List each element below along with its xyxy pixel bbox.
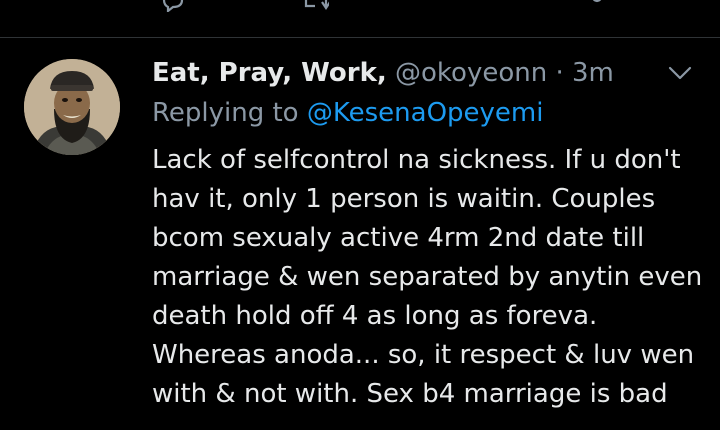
reply-mention-link[interactable]: @KesenaOpeyemi [307, 98, 544, 128]
separator-dot: · [555, 58, 564, 88]
user-handle[interactable]: @okoyeonn [395, 58, 547, 88]
reply-icon[interactable] [160, 0, 186, 14]
tweet-text-line: hav it, only 1 person is waitin. Couples [152, 184, 656, 214]
avatar-portrait-icon [24, 59, 120, 155]
tweet-text-line: marriage & wen separated by anytin even [152, 262, 703, 292]
replying-to: Replying to @KesenaOpeyemi [152, 95, 543, 131]
timestamp[interactable]: 3m [572, 58, 614, 88]
display-name[interactable]: Eat, Pray, Work, [152, 58, 387, 88]
tweet-thread-page: Eat, Pray, Work, @okoyeonn · 3m Replying… [0, 0, 720, 430]
chevron-down-icon[interactable] [665, 61, 695, 85]
tweet-text-line: Whereas anoda... so, it respect & luv we… [152, 340, 695, 370]
tweet-text-line: Lack of selfcontrol na sickness. If u do… [152, 145, 681, 175]
tweet[interactable]: Eat, Pray, Work, @okoyeonn · 3m Replying… [0, 38, 720, 430]
tweet-text-line: with & not with. Sex b4 marriage is bad [152, 379, 668, 409]
share-icon[interactable] [584, 0, 610, 12]
avatar[interactable] [24, 59, 120, 155]
tweet-text: Lack of selfcontrol na sickness. If u do… [152, 141, 708, 414]
tweet-header: Eat, Pray, Work, @okoyeonn · 3m [152, 55, 652, 91]
replying-to-label: Replying to [152, 98, 299, 128]
previous-tweet-action-bar [0, 0, 720, 16]
tweet-text-line: death hold off 4 as long as foreva. [152, 301, 598, 331]
retweet-icon[interactable] [303, 0, 331, 12]
tweet-text-line: bcom sexualy active 4rm 2nd date till [152, 223, 645, 253]
